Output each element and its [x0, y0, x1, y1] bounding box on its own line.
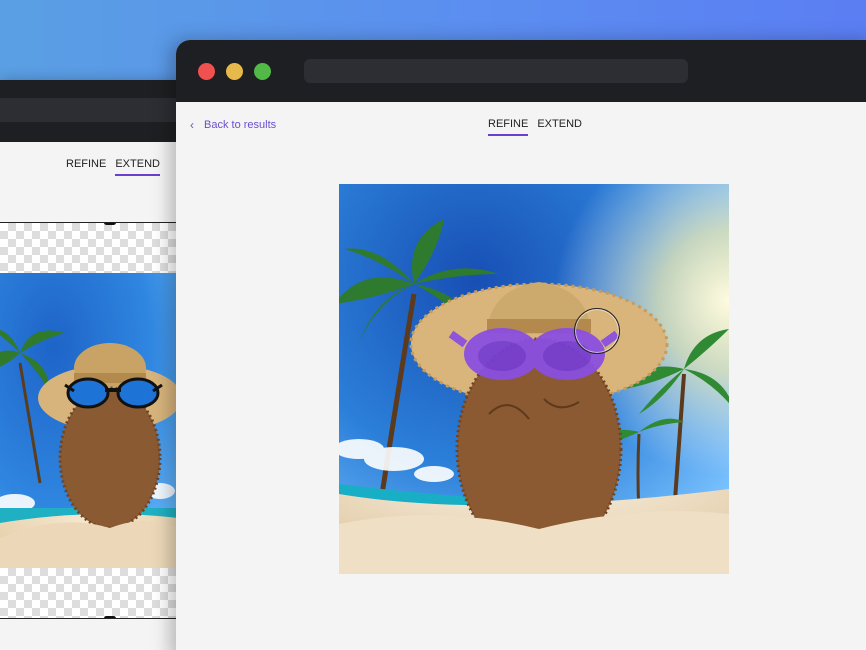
background-tabs: REFINE EXTEND [66, 158, 160, 176]
transparent-extension-top [0, 223, 178, 273]
background-tab-extend[interactable]: EXTEND [115, 158, 160, 176]
back-to-results-label: Back to results [204, 119, 277, 131]
extend-image [0, 273, 178, 568]
transparent-extension-bottom [0, 568, 178, 618]
maximize-window-button[interactable] [254, 63, 271, 80]
address-bar[interactable] [304, 59, 688, 83]
refine-image-canvas[interactable] [339, 184, 729, 574]
app-window: ‹ Back to results REFINE EXTEND [176, 40, 866, 650]
background-tab-refine[interactable]: REFINE [66, 158, 106, 176]
close-window-button[interactable] [198, 63, 215, 80]
drag-handle-top[interactable] [104, 223, 116, 225]
brush-cursor-icon [574, 308, 620, 354]
background-titlebar [0, 80, 200, 142]
edit-mode-tabs: REFINE EXTEND [488, 118, 582, 136]
background-url-bar [0, 98, 180, 122]
minimize-window-button[interactable] [226, 63, 243, 80]
window-titlebar [176, 40, 866, 102]
tab-refine[interactable]: REFINE [488, 118, 529, 136]
chevron-left-icon: ‹ [190, 118, 194, 132]
extend-canvas[interactable] [0, 222, 178, 619]
drag-handle-bottom[interactable] [104, 616, 116, 618]
back-to-results-link[interactable]: ‹ Back to results [190, 118, 276, 132]
background-app-window: REFINE EXTEND [0, 80, 200, 650]
tab-extend[interactable]: EXTEND [537, 118, 582, 136]
